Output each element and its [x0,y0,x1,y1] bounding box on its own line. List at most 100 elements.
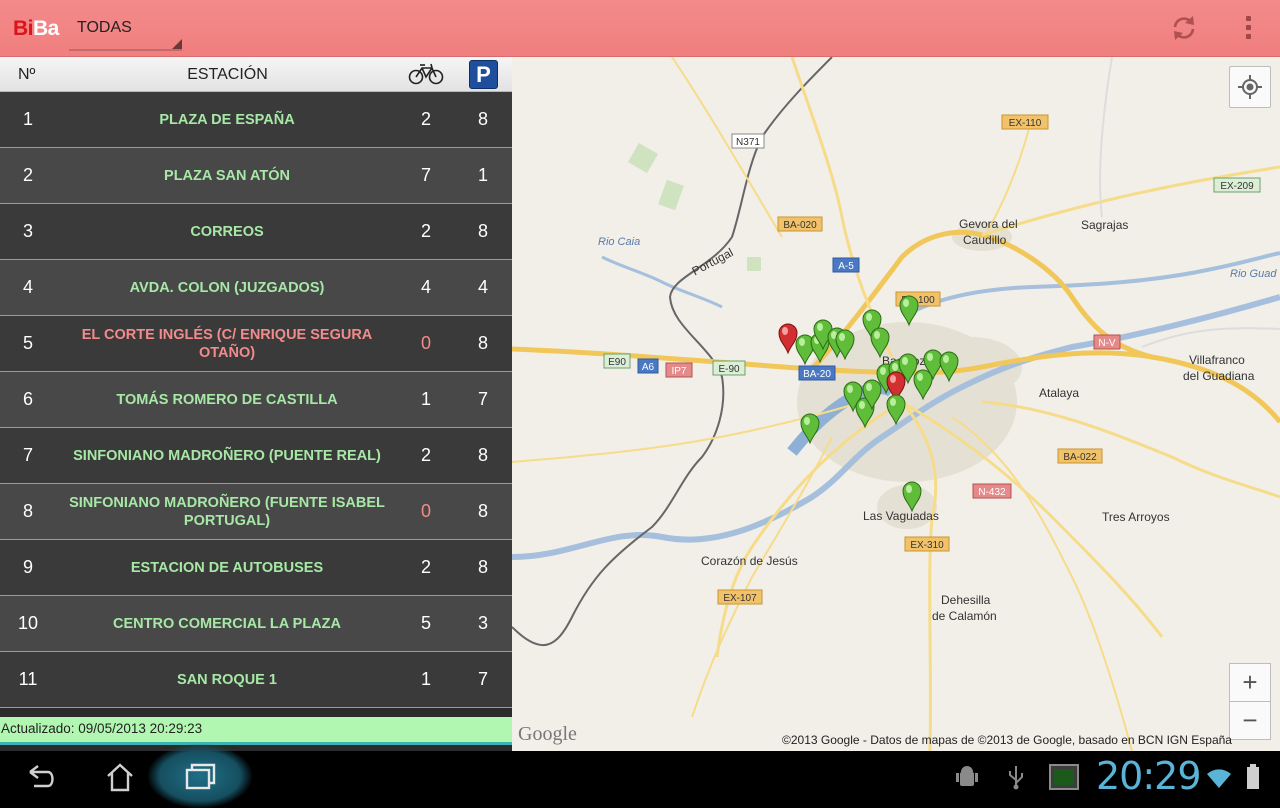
station-row[interactable]: 5 EL CORTE INGLÉS (C/ ENRIQUE SEGURA OTA… [0,316,512,372]
screenshot-icon [1049,764,1079,790]
available-bikes: 0 [420,501,431,521]
map-canvas[interactable]: N371 EX-110 EX-209 BA-020 A-5 BA-100 N-V… [512,57,1280,751]
station-row[interactable]: 2 PLAZA SAN ATÓN 7 1 [0,148,512,204]
map-park [627,142,659,174]
available-bikes: 2 [420,445,431,465]
wifi-icon [1207,769,1231,788]
road-shield: BA-022 [1057,448,1103,464]
station-number: 3 [22,221,33,241]
road-shield: EX-310 [904,536,950,552]
free-slots: 8 [477,501,488,521]
parking-icon: P [469,60,498,89]
station-number: 9 [22,557,33,577]
station-marker[interactable] [899,295,919,327]
available-bikes: 2 [420,557,431,577]
available-bikes: 7 [420,165,431,185]
station-number: 5 [22,333,33,353]
station-marker-alert[interactable] [778,323,798,355]
available-bikes: 0 [420,333,431,353]
country-label: Portugal [690,245,736,278]
action-bar: BiBa TODAS [0,0,1280,57]
place-label: Gevora del [959,217,1018,231]
station-row[interactable]: 8 SINFONIANO MADROÑERO (FUENTE ISABEL PO… [0,484,512,540]
bicycle-icon [408,63,444,85]
free-slots: 7 [477,389,488,409]
available-bikes: 4 [420,277,431,297]
place-label: Corazón de Jesús [701,554,798,568]
place-label: de Calamón [932,609,997,623]
map-park [658,179,684,211]
overflow-menu-button[interactable] [1236,12,1260,44]
road-shield: E-90 [712,360,746,376]
free-slots: 8 [477,333,488,353]
road-label: IP7 [671,366,686,377]
road-shield: A6 [637,358,659,374]
battery-icon [1247,764,1259,789]
place-label: Sagrajas [1081,218,1128,232]
available-bikes: 1 [420,389,431,409]
status-clock: 20:29 [1096,754,1202,798]
free-slots: 8 [477,445,488,465]
road-shield: A-5 [832,257,860,273]
available-bikes: 1 [420,669,431,689]
free-slots: 8 [477,557,488,577]
android-debug-icon [956,766,978,786]
home-button[interactable] [98,758,142,796]
last-updated-status: Actualizado: 09/05/2013 20:29:23 [0,717,513,745]
map-view[interactable]: N371 EX-110 EX-209 BA-020 A-5 BA-100 N-V… [512,57,1280,751]
road-shield: IP7 [665,362,693,378]
usb-icon [1009,766,1023,790]
overflow-dot [1245,16,1251,21]
place-label: del Guadiana [1183,369,1255,383]
recent-apps-button[interactable] [178,758,222,796]
place-label: Villafranco [1189,353,1245,367]
back-button[interactable] [18,758,62,796]
station-name: AVDA. COLON (JUZGADOS) [129,279,325,296]
station-row[interactable]: 11 SAN ROQUE 1 1 7 [0,652,512,708]
road-shield: N371 [731,133,765,149]
station-row[interactable]: 6 TOMÁS ROMERO DE CASTILLA 1 7 [0,372,512,428]
filter-value: TODAS [77,19,132,36]
road-label: EX-107 [723,593,757,604]
station-name: EL CORTE INGLÉS (C/ ENRIQUE SEGURA OTAÑO… [81,326,373,361]
zoom-out-button[interactable]: − [1229,701,1271,740]
road-shield: N-V [1093,334,1121,350]
place-label: Las Vaguadas [863,509,939,523]
zoom-in-button[interactable]: + [1229,663,1271,702]
free-slots: 8 [477,109,488,129]
station-number: 8 [22,501,33,521]
station-row[interactable]: 3 CORREOS 2 8 [0,204,512,260]
river-label: Rio Guad [1230,268,1277,280]
home-icon [107,763,133,792]
station-row[interactable]: 4 AVDA. COLON (JUZGADOS) 4 4 [0,260,512,316]
road-label: A6 [642,362,655,373]
back-icon [29,765,54,788]
station-name: SAN ROQUE 1 [177,671,277,688]
refresh-button[interactable] [1166,10,1202,46]
station-list-panel: Nº ESTACIÓN P 1 PLAZA DE ESPAÑA 2 8 2 PL… [0,57,513,751]
place-label: Tres Arroyos [1102,510,1170,524]
road-shield: EX-110 [1001,114,1049,130]
place-label: Atalaya [1039,386,1079,400]
logo-part-2: Ba [33,17,59,40]
road-shield: EX-209 [1213,177,1261,193]
recent-apps-icon [185,763,216,790]
road-label: A-5 [838,261,854,272]
station-row[interactable]: 9 ESTACION DE AUTOBUSES 2 8 [0,540,512,596]
road-label: E90 [608,357,626,368]
free-slots: 7 [477,669,488,689]
app-logo: BiBa [13,17,59,41]
google-logo: Google [518,723,577,745]
my-location-button[interactable] [1229,66,1271,108]
road [1099,57,1113,218]
road [691,436,833,718]
map-copyright: ©2013 Google - Datos de mapas de ©2013 d… [782,733,1232,747]
station-row[interactable]: 7 SINFONIANO MADROÑERO (PUENTE REAL) 2 8 [0,428,512,484]
station-name: PLAZA DE ESPAÑA [159,111,295,128]
overflow-dot [1245,25,1251,30]
filter-dropdown[interactable]: TODAS [69,10,182,51]
station-name: SINFONIANO MADROÑERO (FUENTE ISABEL PORT… [69,494,385,529]
road [981,400,1280,499]
station-row[interactable]: 1 PLAZA DE ESPAÑA 2 8 [0,92,512,148]
station-row[interactable]: 10 CENTRO COMERCIAL LA PLAZA 5 3 [0,596,512,652]
